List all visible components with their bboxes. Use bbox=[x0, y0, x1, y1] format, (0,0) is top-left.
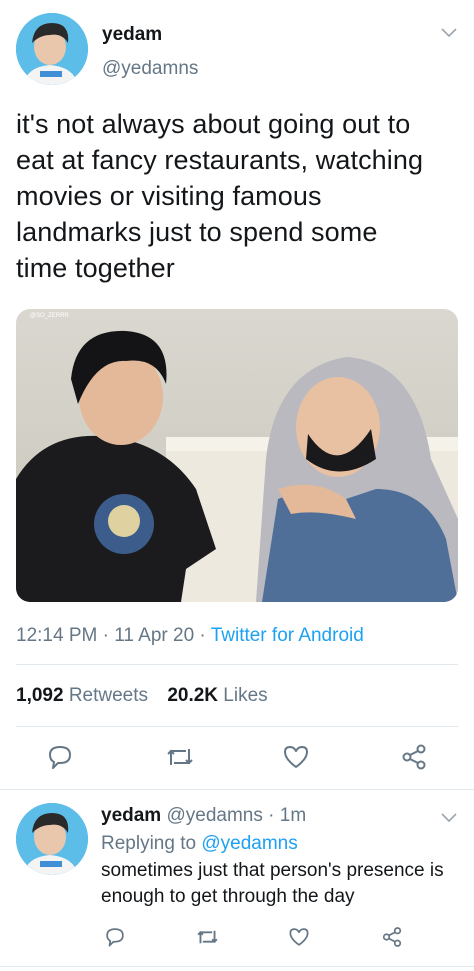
like-icon[interactable] bbox=[282, 743, 310, 771]
retweet-icon[interactable] bbox=[195, 926, 220, 948]
divider bbox=[16, 726, 458, 727]
likes-stat[interactable]: 20.2K Likes bbox=[167, 685, 267, 706]
reply-icon[interactable] bbox=[46, 743, 74, 771]
replying-to-link[interactable]: @yedamns bbox=[201, 833, 297, 854]
retweets-stat[interactable]: 1,092 Retweets bbox=[16, 685, 148, 706]
author-handle[interactable]: @yedamns bbox=[102, 58, 198, 80]
reply-author-name[interactable]: yedam bbox=[101, 805, 161, 826]
divider bbox=[16, 664, 458, 665]
author-name[interactable]: yedam bbox=[102, 24, 162, 46]
avatar[interactable] bbox=[16, 13, 88, 85]
divider bbox=[0, 966, 474, 967]
likes-label: Likes bbox=[223, 685, 268, 706]
tweet-text-line: it's not always about going out to bbox=[16, 109, 411, 139]
replying-to: Replying to @yedamns bbox=[101, 833, 298, 855]
tweet-text-line: movies or visiting famous bbox=[16, 181, 322, 211]
tweet-source-link[interactable]: Twitter for Android bbox=[211, 625, 364, 646]
reply-avatar[interactable] bbox=[16, 803, 88, 875]
reply-text: sometimes just that person's presence is… bbox=[101, 858, 471, 910]
divider bbox=[0, 789, 474, 790]
retweets-label: Retweets bbox=[68, 685, 149, 706]
share-icon[interactable] bbox=[400, 743, 428, 771]
tweet-timestamp-row: 12:14 PM · 11 Apr 20 · Twitter for Andro… bbox=[16, 625, 364, 647]
tweet-timestamp: 12:14 PM · 11 Apr 20 · bbox=[16, 625, 211, 646]
share-icon[interactable] bbox=[381, 926, 403, 948]
reply-author-handle-time[interactable]: @yedamns · 1m bbox=[166, 805, 306, 826]
reply-icon[interactable] bbox=[104, 926, 126, 948]
chevron-down-icon[interactable] bbox=[441, 810, 457, 826]
tweet-text-line: landmarks just to spend some bbox=[16, 217, 378, 247]
replying-to-prefix: Replying to bbox=[101, 833, 202, 854]
chevron-down-icon[interactable] bbox=[441, 25, 457, 41]
tweet-stats: 1,092 Retweets 20.2K Likes bbox=[16, 685, 268, 707]
retweets-count: 1,092 bbox=[16, 685, 64, 706]
reply-text-line: enough to get through the day bbox=[101, 886, 355, 907]
like-icon[interactable] bbox=[288, 926, 310, 948]
likes-count: 20.2K bbox=[167, 685, 219, 706]
tweet-text-line: eat at fancy restaurants, watching bbox=[16, 145, 424, 175]
retweet-icon[interactable] bbox=[164, 743, 196, 771]
reply-author-row: yedam @yedamns · 1m bbox=[101, 805, 306, 827]
tweet-text-line: time together bbox=[16, 253, 175, 283]
reply-text-line: sometimes just that person's presence is bbox=[101, 860, 444, 881]
tweet-photo[interactable]: @SO_ZERRR bbox=[16, 309, 458, 602]
photo-watermark: @SO_ZERRR bbox=[30, 313, 69, 319]
tweet-text: it's not always about going out to eat a… bbox=[16, 106, 466, 286]
